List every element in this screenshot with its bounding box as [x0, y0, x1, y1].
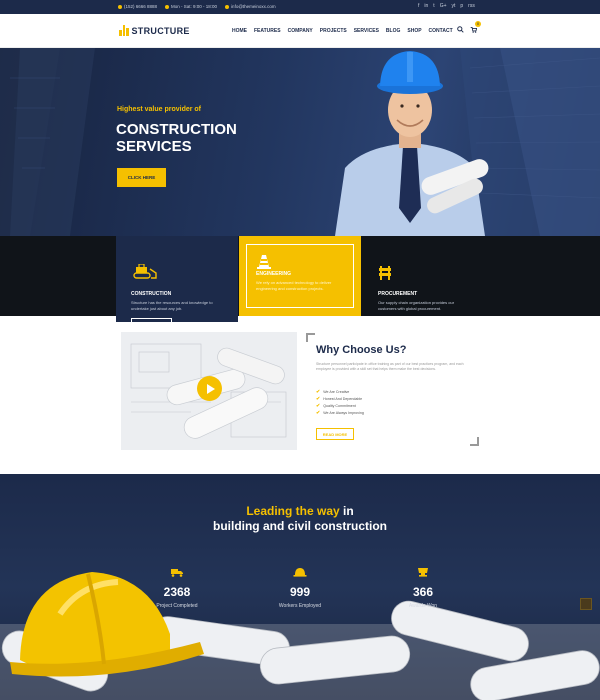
list-item: ✔ Quality Commitment: [316, 402, 364, 409]
check-icon: ✔: [316, 395, 321, 402]
feature-title: CONSTRUCTION: [131, 291, 172, 297]
top-bar: (152) 6666 8888 Mon - Sat: 9:00 - 18:00 …: [0, 0, 600, 14]
youtube-icon[interactable]: yt: [452, 3, 456, 9]
cart-icon[interactable]: 0: [470, 21, 481, 35]
corner-bracket-decoration: [470, 437, 479, 446]
hours-text: Mon - Sat: 9:00 - 18:00: [171, 4, 218, 9]
list-item-text: We Are Creative: [323, 389, 350, 394]
blueprint-video-thumbnail[interactable]: [121, 332, 297, 450]
section-title: Why Choose Us?: [316, 344, 407, 356]
nav-home[interactable]: HOME: [232, 28, 247, 34]
phone-text: (152) 6666 8888: [124, 4, 158, 9]
stat-number: 999: [289, 585, 311, 599]
corner-bracket-decoration: [306, 333, 315, 342]
skyscraper-background-image: [0, 48, 600, 236]
header-icons: 0: [457, 21, 481, 35]
feature-text: Our supply chain organization provides o…: [378, 300, 455, 311]
check-icon: ✔: [316, 402, 321, 409]
award-icon: [418, 568, 428, 577]
dump-truck-icon: [171, 569, 183, 577]
main-nav: HOME FEATURES COMPANY PROJECTS SERVICES …: [232, 28, 453, 34]
stat-workers: 999 Workers Employed: [270, 564, 330, 609]
hero-cta-button[interactable]: CLICK HERE: [117, 168, 166, 187]
feature-procurement: PROCUREMENT Our supply chain organizatio…: [362, 236, 484, 316]
search-icon[interactable]: [457, 26, 464, 35]
hours-info: Mon - Sat: 9:00 - 18:00: [165, 4, 217, 9]
nav-services[interactable]: SERVICES: [354, 28, 379, 34]
list-item-text: Honest And Dependable: [323, 396, 363, 401]
phone-icon: [118, 4, 122, 9]
header: STRUCTURE HOME FEATURES COMPANY PROJECTS…: [0, 14, 600, 48]
nav-shop[interactable]: SHOP: [407, 28, 421, 34]
stat-number: 2368: [163, 585, 191, 599]
email-info[interactable]: info@themeinoxx.com: [225, 4, 276, 9]
feature-engineering-frame: ENGINEERING We rely on advanced technolo…: [246, 244, 354, 308]
logo-mark-icon: [119, 25, 129, 36]
list-item: ✔ We Are Creative: [316, 388, 364, 395]
phone-info: (152) 6666 8888: [118, 4, 157, 9]
stat-number: 366: [412, 585, 434, 599]
cart-count-badge: 0: [475, 21, 481, 27]
social-links: f in t G+ yt p rss: [418, 3, 475, 9]
bulldozer-icon: [131, 263, 238, 285]
hero-title-line-1: CONSTRUCTION: [116, 121, 237, 138]
list-item: ✔ Honest And Dependable: [316, 395, 364, 402]
mail-icon: [225, 4, 230, 9]
hardhat-icon: [293, 568, 307, 577]
check-icon: ✔: [316, 388, 321, 395]
clock-icon: [165, 4, 170, 9]
nav-projects[interactable]: PROJECTS: [320, 28, 347, 34]
linkedin-icon[interactable]: in: [424, 3, 428, 9]
rss-icon[interactable]: rss: [468, 3, 475, 9]
stat-label: Workers Employed: [278, 603, 322, 609]
list-item-text: Quality Commitment: [323, 403, 356, 408]
list-item: ✔ We Are Always Improving: [316, 409, 364, 416]
nav-company[interactable]: COMPANY: [288, 28, 313, 34]
why-choose-us-section: Why Choose Us? Structure personnel parti…: [0, 316, 600, 474]
feature-text: We rely on advanced technology to delive…: [256, 280, 332, 291]
list-item-text: We Are Always Improving: [323, 410, 364, 415]
logo[interactable]: STRUCTURE: [119, 25, 190, 36]
email-text[interactable]: info@themeinoxx.com: [231, 4, 276, 9]
logo-text[interactable]: STRUCTURE: [132, 26, 190, 36]
nav-features[interactable]: FEATURES: [254, 28, 281, 34]
hero-banner: Highest value provider of CONSTRUCTION S…: [0, 48, 600, 236]
top-contact-info: (152) 6666 8888 Mon - Sat: 9:00 - 18:00 …: [118, 4, 276, 9]
feature-title: PROCUREMENT: [378, 291, 418, 297]
benefits-list: ✔ We Are Creative ✔ Honest And Dependable …: [316, 388, 364, 416]
feature-construction: CONSTRUCTION Structure has the resources…: [116, 236, 238, 330]
hero-subtitle: Highest value provider of: [117, 106, 202, 113]
stat-label: Awards Won: [408, 603, 438, 609]
facebook-icon[interactable]: f: [418, 3, 419, 9]
read-more-button[interactable]: READ MORE: [316, 428, 354, 440]
stats-section: Leading the way in building and civil co…: [0, 474, 600, 700]
pinterest-icon[interactable]: p: [460, 3, 463, 9]
engineer-photo: [335, 51, 489, 236]
twitter-icon[interactable]: t: [433, 3, 434, 9]
traffic-cone-icon: [257, 254, 271, 275]
section-description: Structure personnel participate in offic…: [316, 362, 464, 371]
stat-projects: 2368 Project Completed: [147, 564, 207, 609]
barrier-icon: [378, 266, 484, 285]
our-price-button[interactable]: OUR PRICE: [131, 318, 172, 330]
hero-title-line-2: SERVICES: [116, 138, 192, 155]
hero-title: CONSTRUCTION SERVICES: [116, 121, 237, 155]
google-plus-icon[interactable]: G+: [440, 3, 447, 9]
nav-blog[interactable]: BLOG: [386, 28, 400, 34]
feature-text: Structure has the resources and knowledg…: [131, 300, 213, 311]
feature-engineering: ENGINEERING We rely on advanced technolo…: [239, 236, 361, 316]
stat-label: Project Completed: [156, 603, 198, 609]
stat-awards: 366 Awards Won: [393, 564, 453, 609]
check-icon: ✔: [316, 409, 321, 416]
scroll-to-top-button[interactable]: [580, 598, 592, 610]
features-strip: CONSTRUCTION Structure has the resources…: [0, 236, 600, 330]
play-icon[interactable]: [197, 376, 222, 401]
nav-contact[interactable]: CONTACT: [429, 28, 453, 34]
